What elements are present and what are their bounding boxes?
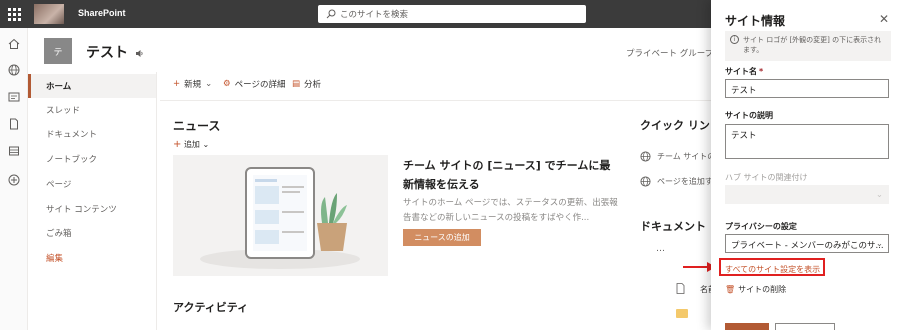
news-add-label: 追加: [183, 140, 200, 149]
divider: [156, 72, 157, 330]
tablet-illustration-icon: [200, 167, 360, 269]
add-news-button[interactable]: ニュースの追加: [403, 229, 481, 246]
news-icon[interactable]: [8, 91, 20, 103]
chevron-down-icon: ⌄: [875, 239, 883, 249]
quick-link-label: チーム サイトの: [657, 152, 716, 161]
create-icon[interactable]: [8, 174, 20, 186]
quick-link-item[interactable]: ページを追加す: [640, 176, 713, 187]
nav-item-threads[interactable]: スレッド: [28, 98, 156, 122]
app-name[interactable]: SharePoint: [78, 8, 126, 18]
privacy-selected-value: プライベート - メンバーのみがこのサ...: [731, 241, 884, 251]
more-options-button[interactable]: …: [656, 244, 665, 254]
site-title-text: テスト: [86, 45, 128, 61]
privacy-settings-label: プライバシーの設定: [725, 222, 797, 231]
document-icon[interactable]: [8, 118, 20, 130]
globe-icon[interactable]: [8, 64, 20, 76]
site-description-field[interactable]: テスト: [725, 124, 889, 159]
view-all-site-settings-link[interactable]: すべてのサイト設定を表示: [725, 264, 820, 275]
news-headline: チーム サイトの [ニュース] でチームに最新情報を伝える: [403, 159, 611, 191]
info-message-text: サイト ロゴが [外観の変更] の下に表示されます。: [743, 36, 882, 54]
nav-item-home[interactable]: ホーム: [28, 74, 156, 98]
file-type-icon: [676, 283, 685, 294]
app-launcher-button[interactable]: [0, 0, 28, 28]
cancel-button[interactable]: [775, 323, 835, 330]
info-icon: i: [730, 35, 739, 44]
site-name-label-text: サイト名: [725, 67, 757, 76]
privacy-settings-select[interactable]: プライベート - メンバーのみがこのサ... ⌄: [725, 234, 889, 253]
news-add-button[interactable]: + 追加 ⌄: [173, 139, 209, 150]
chevron-down-icon: ⌄: [202, 140, 210, 149]
page-details-button[interactable]: ⚙ ページの詳細: [223, 78, 285, 90]
quick-link-item[interactable]: チーム サイトの: [640, 151, 715, 162]
info-message: i サイト ロゴが [外観の変更] の下に表示されます。: [725, 31, 891, 61]
required-marker: *: [759, 67, 764, 76]
plus-icon: +: [173, 139, 182, 150]
nav-item-notebook[interactable]: ノートブック: [28, 147, 156, 171]
globe-icon: [640, 151, 651, 162]
analytics-button[interactable]: ▤ 分析: [292, 78, 321, 90]
chevron-down-icon: ⌄: [875, 190, 883, 200]
site-name-label: サイト名 *: [725, 66, 763, 77]
nav-item-pages[interactable]: ページ: [28, 172, 156, 196]
save-button[interactable]: [725, 323, 769, 330]
quick-link-label: ページを追加す: [657, 177, 713, 186]
analytics-label: 分析: [304, 80, 322, 90]
new-button-label: 新規: [184, 80, 202, 90]
new-button[interactable]: + 新規 ⌄: [173, 78, 212, 90]
globe-icon: [640, 176, 651, 187]
search-icon: [326, 9, 336, 19]
news-section-title: ニュース: [173, 119, 221, 133]
activity-section-title: アクティビティ: [173, 301, 249, 314]
site-description-label: サイトの説明: [725, 111, 773, 120]
folder-icon: [676, 309, 688, 318]
trash-icon: 🗑: [725, 285, 736, 294]
delete-site-label: サイトの削除: [738, 285, 787, 294]
tenant-logo-image[interactable]: [34, 4, 64, 24]
analytics-icon: ▤: [292, 79, 301, 89]
site-privacy-label: プライベート グループ: [626, 49, 714, 59]
news-description: サイトのホーム ページでは、ステータスの更新、出張報告書などの新しいニュースの投…: [403, 198, 618, 223]
gear-icon: ⚙: [223, 79, 231, 89]
news-placeholder-image: [173, 155, 388, 276]
hub-association-select[interactable]: ⌄: [725, 185, 889, 204]
waffle-icon: [7, 7, 21, 21]
nav-item-recycle-bin[interactable]: ごみ箱: [28, 221, 156, 245]
nav-item-documents[interactable]: ドキュメント: [28, 122, 156, 146]
plus-icon: +: [173, 79, 181, 89]
home-icon[interactable]: [8, 38, 20, 50]
app-bar: [0, 28, 28, 330]
hub-association-label: ハブ サイトの関連付け: [725, 173, 808, 182]
nav-edit-link[interactable]: 編集: [28, 246, 156, 270]
speaker-icon[interactable]: [135, 49, 144, 58]
chevron-down-icon: ⌄: [205, 79, 213, 89]
close-icon[interactable]: ✕: [879, 12, 889, 26]
search-placeholder: このサイトを検索: [340, 10, 409, 20]
panel-title: サイト情報: [725, 14, 786, 28]
lists-icon[interactable]: [8, 145, 20, 157]
site-information-panel: サイト情報 ✕ i サイト ロゴが [外観の変更] の下に表示されます。 サイト…: [711, 0, 904, 330]
site-logo[interactable]: テ: [44, 38, 72, 64]
documents-section-title: ドキュメント: [640, 220, 706, 233]
delete-site-button[interactable]: 🗑 サイトの削除: [725, 284, 786, 295]
quick-links-title: クイック リン: [640, 119, 710, 132]
site-title[interactable]: テスト: [86, 42, 144, 62]
search-box[interactable]: このサイトを検索: [318, 5, 586, 23]
page-details-label: ページの詳細: [234, 80, 286, 90]
nav-item-site-contents[interactable]: サイト コンテンツ: [28, 197, 156, 221]
site-name-field[interactable]: テスト: [725, 79, 889, 98]
